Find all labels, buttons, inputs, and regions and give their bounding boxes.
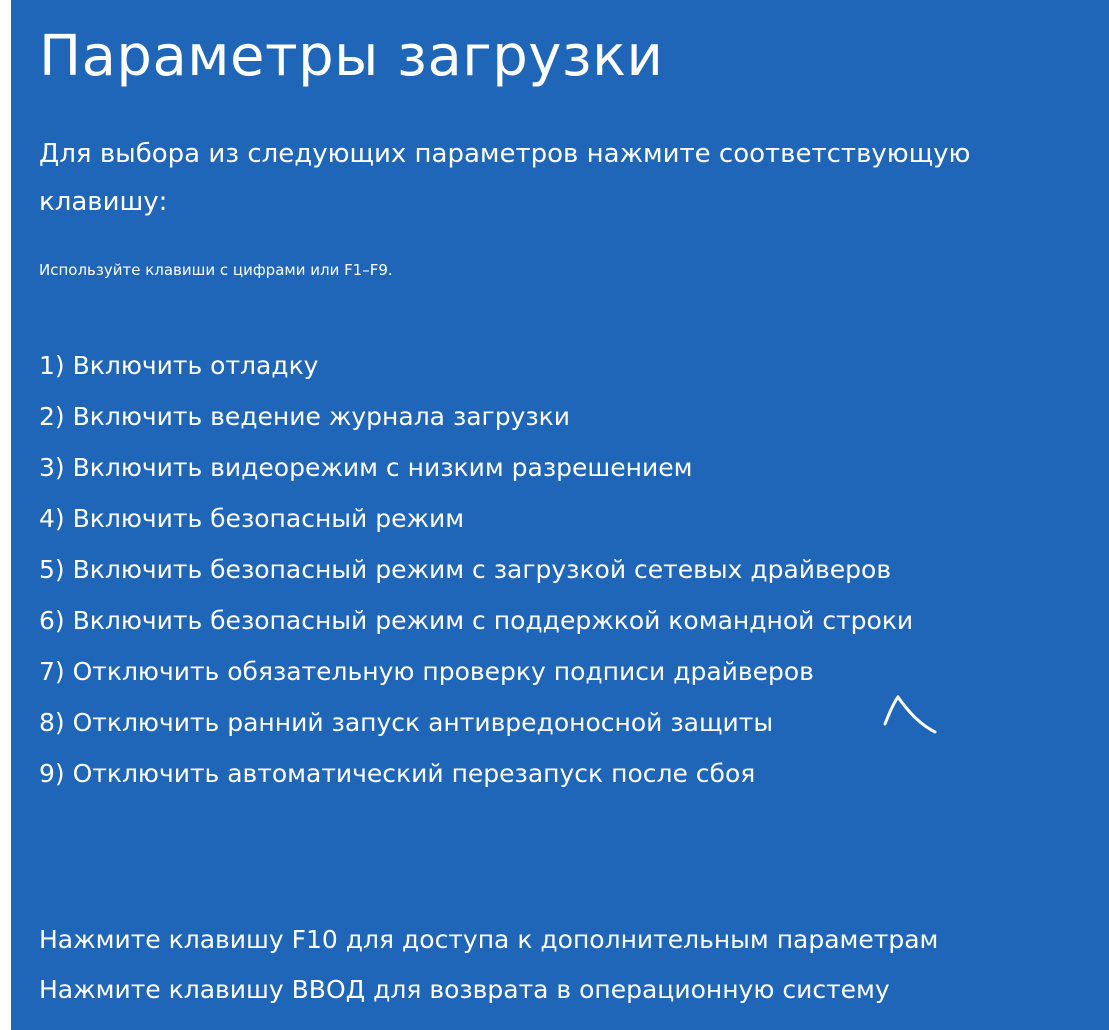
- option-disable-auto-restart[interactable]: 9) Отключить автоматический перезапуск п…: [39, 748, 913, 799]
- option-enable-debugging[interactable]: 1) Включить отладку: [39, 340, 913, 391]
- instructions-text: Для выбора из следующих параметров нажми…: [39, 139, 971, 217]
- option-enable-low-resolution-video[interactable]: 3) Включить видеорежим с низким разрешен…: [39, 442, 913, 493]
- hand-drawn-arrow-icon: [883, 695, 937, 734]
- option-enable-boot-logging[interactable]: 2) Включить ведение журнала загрузки: [39, 391, 913, 442]
- option-disable-driver-signature-enforcement[interactable]: 7) Отключить обязательную проверку подпи…: [39, 646, 913, 697]
- page-title: Параметры загрузки: [39, 24, 664, 89]
- keys-hint: Используйте клавиши с цифрами или F1–F9.: [39, 261, 393, 279]
- option-safe-mode-command-prompt[interactable]: 6) Включить безопасный режим с поддержко…: [39, 595, 913, 646]
- boot-options-screen: Параметры загрузки Для выбора из следующ…: [11, 0, 1109, 1030]
- option-disable-early-launch-antimalware[interactable]: 8) Отключить ранний запуск антивредоносн…: [39, 697, 913, 748]
- footer: Нажмите клавишу F10 для доступа к дополн…: [39, 915, 938, 1015]
- advanced-options-hint[interactable]: Нажмите клавишу F10 для доступа к дополн…: [39, 915, 938, 965]
- return-to-os-hint[interactable]: Нажмите клавишу ВВОД для возврата в опер…: [39, 965, 938, 1015]
- option-safe-mode-networking[interactable]: 5) Включить безопасный режим с загрузкой…: [39, 544, 913, 595]
- option-enable-safe-mode[interactable]: 4) Включить безопасный режим: [39, 493, 913, 544]
- boot-options-list: 1) Включить отладку 2) Включить ведение …: [39, 340, 913, 799]
